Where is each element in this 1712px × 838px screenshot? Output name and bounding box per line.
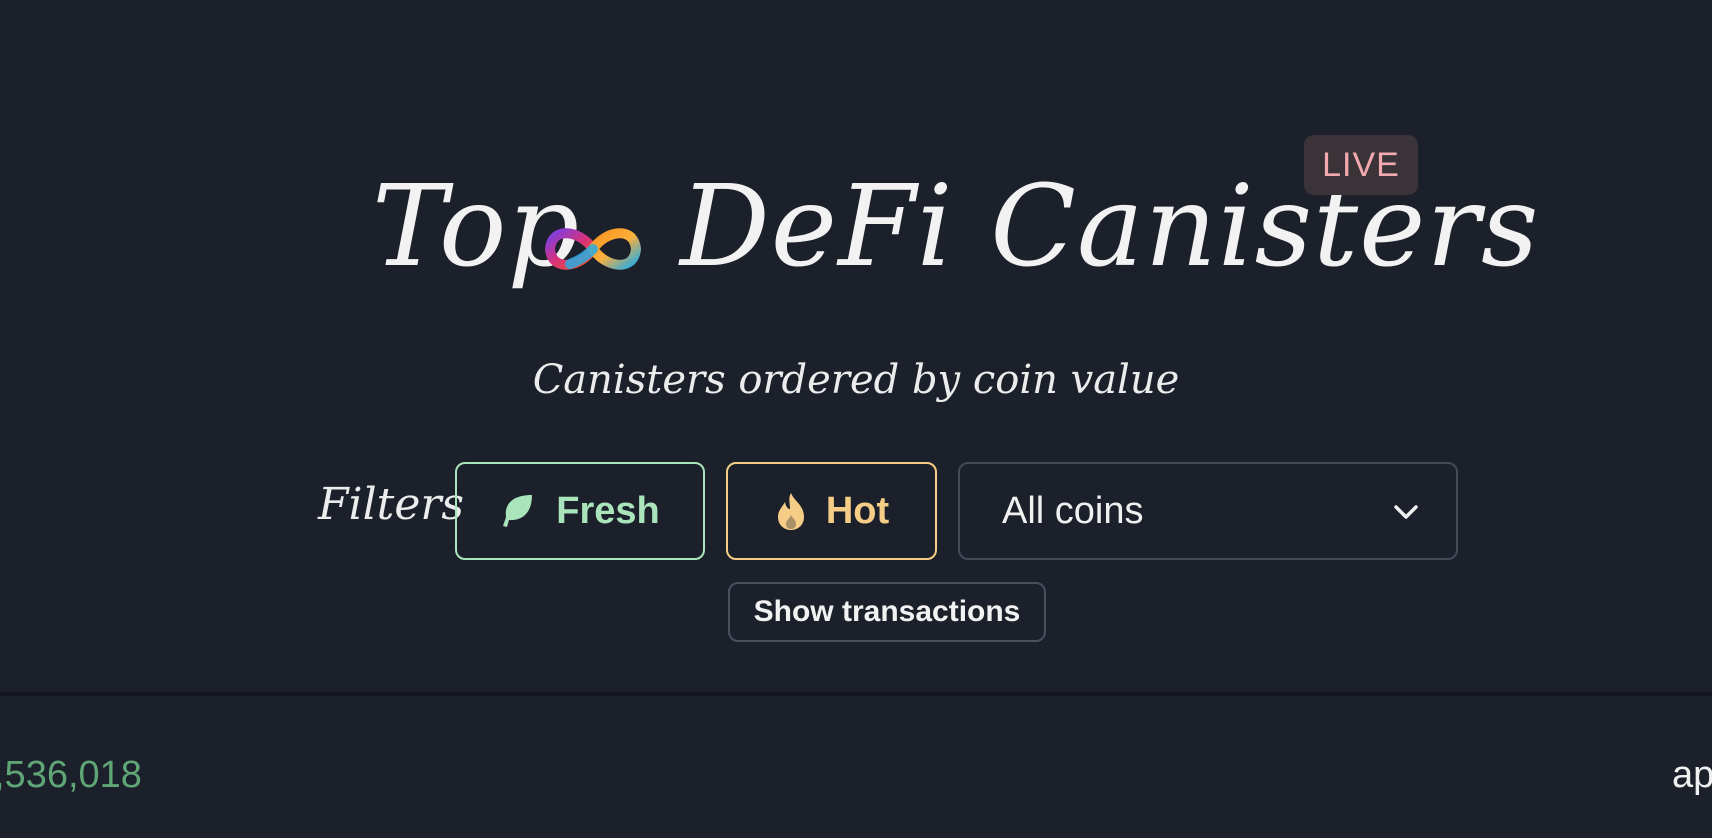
coin-select-value: All coins: [1002, 490, 1144, 532]
fresh-filter-button[interactable]: Fresh: [455, 462, 705, 560]
hot-filter-button[interactable]: Hot: [726, 462, 937, 560]
leaf-icon: [503, 495, 533, 527]
flame-icon: [777, 493, 804, 530]
fresh-filter-label: Fresh: [556, 489, 660, 532]
page: Top DeFi Canisters LIVE Canisters ordere: [0, 0, 1712, 838]
live-badge: LIVE: [1304, 135, 1418, 195]
page-subtitle: Canisters ordered by coin value: [532, 357, 1180, 403]
filters-label: Filters: [318, 479, 465, 530]
show-transactions-button[interactable]: Show transactions: [728, 582, 1046, 642]
page-title: Top DeFi Canisters: [0, 150, 1712, 310]
hot-filter-label: Hot: [825, 489, 890, 532]
chevron-down-icon: [1394, 505, 1418, 519]
canister-name-cell[interactable]: ap: [1672, 750, 1712, 800]
coin-value-cell: ,536,018: [0, 754, 142, 796]
infinity-logo-icon: [544, 228, 642, 270]
canister-table: ,536,018 ap: [0, 696, 1712, 838]
coin-select[interactable]: All coins: [958, 462, 1458, 560]
